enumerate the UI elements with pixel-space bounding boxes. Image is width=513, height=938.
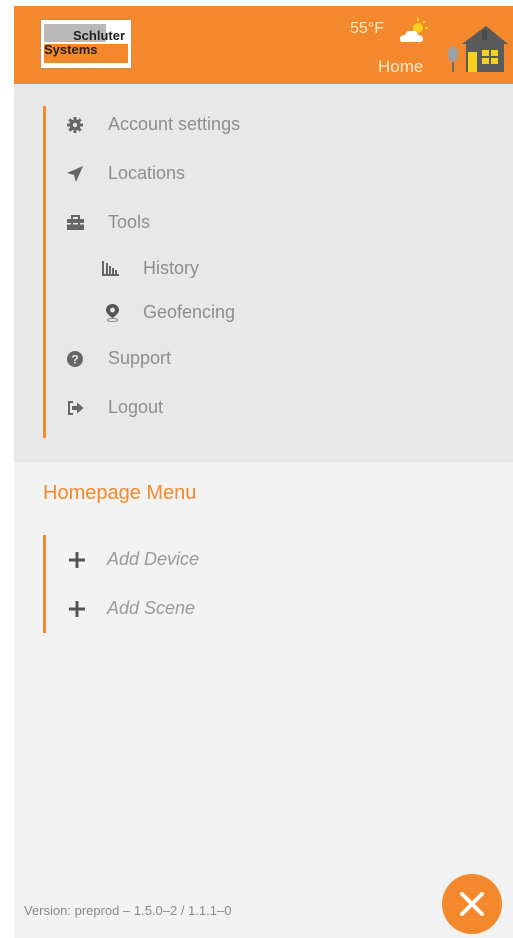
menu-item-label: Support bbox=[108, 348, 172, 368]
add-device-label: Add Device bbox=[107, 549, 200, 569]
menu-item-label: Geofencing bbox=[143, 302, 236, 322]
menu-item-account-settings[interactable]: Account settings bbox=[67, 114, 240, 135]
plus-icon bbox=[69, 600, 85, 617]
homepage-menu-title: Homepage Menu bbox=[43, 482, 197, 504]
plus-icon bbox=[69, 551, 85, 568]
temperature-label: 55°F bbox=[350, 20, 384, 37]
add-scene-item[interactable]: Add Scene bbox=[69, 598, 195, 619]
menu-item-label: Locations bbox=[108, 163, 186, 183]
menu-item-geofencing[interactable]: Geofencing bbox=[106, 302, 235, 323]
close-menu-button[interactable] bbox=[442, 874, 502, 934]
menu-item-support[interactable]: ? Support bbox=[67, 348, 171, 369]
close-icon bbox=[460, 892, 484, 916]
menu-item-tools[interactable]: Tools bbox=[67, 212, 150, 233]
bar-chart-icon bbox=[102, 261, 119, 276]
logo-text-line1: Schluter bbox=[72, 28, 125, 43]
menu-item-label: Logout bbox=[108, 397, 164, 417]
gear-icon bbox=[67, 116, 83, 133]
menu-item-history[interactable]: History bbox=[102, 258, 199, 279]
menu-item-locations[interactable]: Locations bbox=[67, 163, 185, 184]
app-frame: Schluter Systems 55°F Home Account setti… bbox=[14, 6, 513, 938]
logo-text-line2: Systems bbox=[44, 42, 98, 57]
map-pin-icon bbox=[106, 303, 119, 322]
menu-item-logout[interactable]: Logout bbox=[67, 397, 163, 418]
schluter-logo[interactable]: Schluter Systems bbox=[40, 19, 132, 69]
menu-item-label: History bbox=[143, 258, 200, 278]
menu-item-label: Tools bbox=[108, 212, 151, 232]
toolbox-icon bbox=[67, 215, 84, 230]
version-label: Version: preprod – 1.5.0–2 / 1.1.1–0 bbox=[24, 903, 232, 918]
add-scene-label: Add Scene bbox=[107, 598, 196, 618]
sign-out-icon bbox=[68, 400, 84, 415]
side-menu: Account settings Locations Tools History… bbox=[14, 84, 513, 462]
partly-cloudy-sun-icon bbox=[400, 18, 428, 42]
menu-item-label: Account settings bbox=[108, 114, 241, 134]
house-icon[interactable] bbox=[442, 24, 508, 74]
location-arrow-icon bbox=[67, 165, 83, 182]
question-circle-icon: ? bbox=[67, 350, 83, 367]
location-label[interactable]: Home bbox=[378, 57, 423, 77]
svg-text:?: ? bbox=[71, 352, 78, 366]
app-header: Schluter Systems 55°F Home bbox=[14, 6, 513, 84]
add-device-item[interactable]: Add Device bbox=[69, 549, 199, 570]
homepage-menu-accent-bar bbox=[43, 535, 46, 633]
menu-accent-bar bbox=[43, 106, 46, 438]
